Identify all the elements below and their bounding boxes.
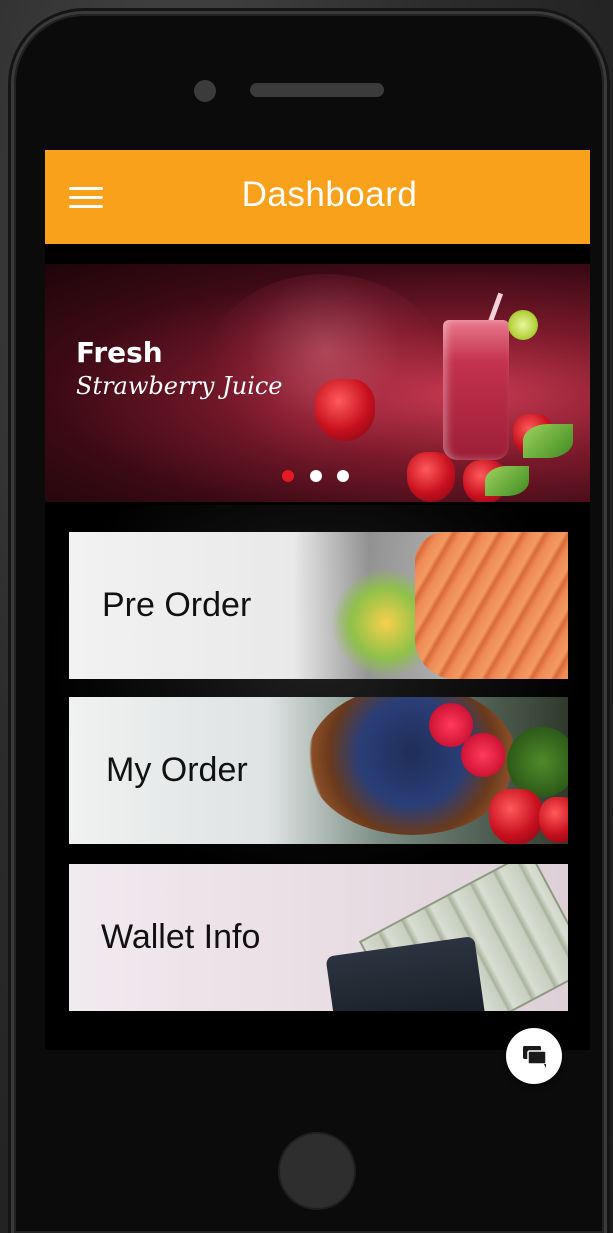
pre-order-card[interactable]: Pre Order xyxy=(69,532,568,679)
strawberry-image xyxy=(315,379,375,441)
banner-title: Fresh xyxy=(76,336,163,369)
my-order-label: My Order xyxy=(106,751,248,789)
carousel-indicators xyxy=(282,470,362,484)
app-bar: Dashboard xyxy=(45,150,590,244)
chat-button[interactable] xyxy=(506,1028,562,1084)
carousel-dot-1[interactable] xyxy=(282,470,294,482)
juice-glass-image xyxy=(443,320,509,460)
phone-speaker xyxy=(250,83,384,97)
wallet-info-label: Wallet Info xyxy=(101,918,261,956)
promo-banner[interactable]: Fresh Strawberry Juice xyxy=(45,264,590,502)
phone-camera xyxy=(194,80,216,102)
juice-splash-image xyxy=(205,274,445,464)
lime-image xyxy=(508,310,538,340)
my-order-card[interactable]: My Order xyxy=(69,697,568,844)
page-title: Dashboard xyxy=(241,175,418,214)
strawberry-image xyxy=(407,452,455,502)
pre-order-label: Pre Order xyxy=(102,586,252,624)
mint-leaf-image xyxy=(523,424,573,458)
strawberry-image xyxy=(489,789,543,844)
broccoli-image xyxy=(507,727,568,797)
app-screen: Dashboard Fresh Strawberry Juice Pre Ord… xyxy=(45,150,590,1050)
raspberry-image xyxy=(461,733,505,777)
wallet-info-card[interactable]: Wallet Info xyxy=(69,864,568,1011)
grilled-salmon-image xyxy=(415,532,568,679)
banner-subtitle: Strawberry Juice xyxy=(76,372,283,400)
carousel-dot-2[interactable] xyxy=(310,470,322,482)
mint-leaf-image xyxy=(485,466,529,496)
wallet-image xyxy=(325,935,487,1011)
phone-home-button[interactable] xyxy=(278,1132,356,1210)
strawberry-image xyxy=(539,797,568,843)
carousel-dot-3[interactable] xyxy=(337,470,349,482)
chat-bubbles-icon xyxy=(523,1046,547,1068)
